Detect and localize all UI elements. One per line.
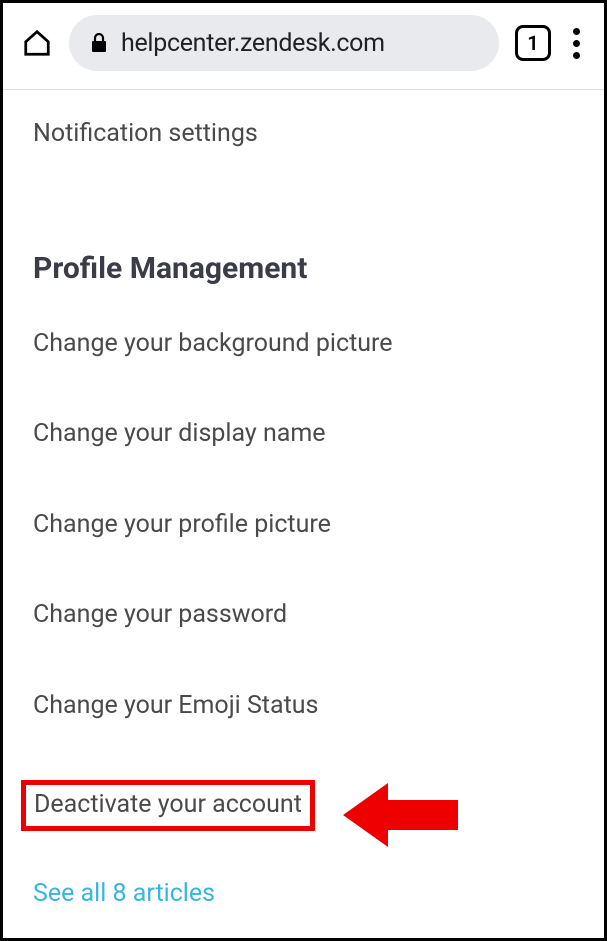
url-bar[interactable]: helpcenter.zendesk.com: [69, 15, 499, 71]
link-change-profile-picture[interactable]: Change your profile picture: [33, 509, 331, 542]
tab-count[interactable]: 1: [515, 25, 551, 61]
section-title: Profile Management: [33, 251, 574, 286]
tab-count-value: 1: [527, 31, 538, 55]
url-text: helpcenter.zendesk.com: [121, 29, 385, 58]
lock-icon: [89, 33, 109, 53]
link-change-display-name[interactable]: Change your display name: [33, 418, 326, 451]
link-change-emoji-status[interactable]: Change your Emoji Status: [33, 690, 318, 723]
home-icon[interactable]: [21, 27, 53, 59]
link-change-background[interactable]: Change your background picture: [33, 328, 393, 361]
link-deactivate-account[interactable]: Deactivate your account: [34, 789, 302, 822]
menu-icon[interactable]: [567, 22, 586, 65]
see-all-link[interactable]: See all 8 articles: [33, 879, 215, 908]
link-change-password[interactable]: Change your password: [33, 599, 287, 632]
browser-bar: helpcenter.zendesk.com 1: [3, 3, 604, 83]
content: Notification settings Profile Management…: [3, 90, 604, 908]
highlighted-box: Deactivate your account: [21, 780, 315, 831]
link-notification-settings[interactable]: Notification settings: [33, 118, 258, 151]
